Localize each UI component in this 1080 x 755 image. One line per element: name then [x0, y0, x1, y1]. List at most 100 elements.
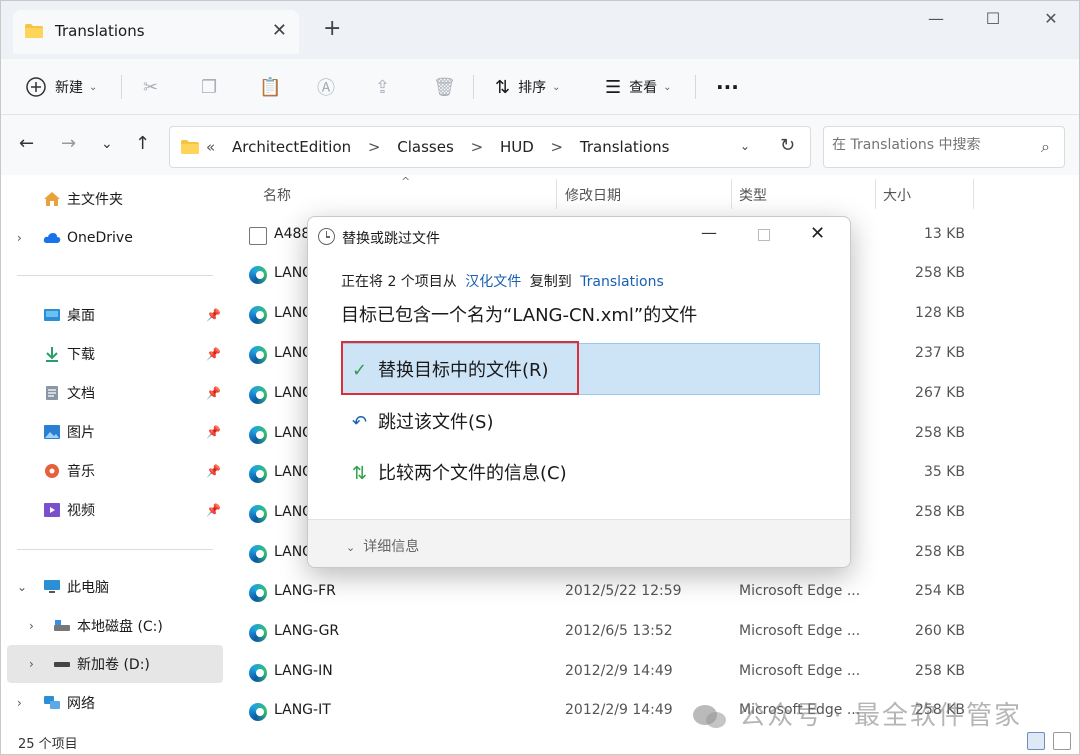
- replace-files-option[interactable]: ✓ 替换目标中的文件(R): [352, 356, 549, 382]
- address-bar[interactable]: « ArchitectEdition > Classes > HUD > Tra…: [169, 126, 811, 168]
- tab-close-icon[interactable]: ✕: [272, 20, 287, 41]
- new-button[interactable]: 新建 ⌄: [25, 73, 97, 101]
- expand-chevron-icon[interactable]: ›: [29, 619, 34, 633]
- expand-chevron-icon[interactable]: ›: [17, 696, 22, 710]
- sidebar-item-label: OneDrive: [67, 230, 133, 246]
- document-icon: [46, 386, 58, 400]
- music-icon: [45, 464, 59, 478]
- source-folder-link[interactable]: 汉化文件: [465, 274, 521, 290]
- file-type: Microsoft Edge ...: [739, 663, 861, 679]
- edge-icon: [249, 266, 267, 284]
- sidebar-item-local-disk-c[interactable]: › 本地磁盘 (C:): [1, 607, 225, 645]
- edge-icon: [249, 386, 267, 404]
- dialog-minimize-icon[interactable]: —: [701, 223, 717, 242]
- file-explorer-window: Translations ✕ + — ☐ ✕ 新建 ⌄ ✂ ❐ 📋 Ⓐ ⇪ 🗑 …: [0, 0, 1080, 755]
- file-row[interactable]: LANG-GR 2012/6/5 13:52 Microsoft Edge ..…: [227, 613, 1079, 653]
- file-size: 237 KB: [915, 345, 965, 361]
- sidebar-item-pictures[interactable]: 图片 📌: [1, 413, 225, 451]
- details-view-icon[interactable]: [1027, 732, 1045, 750]
- search-input[interactable]: [832, 137, 1028, 153]
- pin-icon[interactable]: 📌: [206, 308, 221, 322]
- sidebar-item-documents[interactable]: 文档 📌: [1, 374, 225, 412]
- column-divider[interactable]: [875, 179, 876, 209]
- sidebar-item-downloads[interactable]: 下载 📌: [1, 335, 225, 373]
- cut-icon[interactable]: ✂: [143, 73, 158, 101]
- file-name: LANG-GR: [274, 623, 340, 639]
- wechat-icon: [693, 704, 726, 728]
- view-button[interactable]: ☰ 查看 ⌄: [605, 73, 672, 101]
- paste-icon[interactable]: 📋: [259, 73, 281, 101]
- sort-button[interactable]: ⇅ 排序 ⌄: [495, 73, 560, 101]
- breadcrumb-translations[interactable]: Translations: [580, 138, 670, 156]
- forward-arrow-icon[interactable]: →: [61, 133, 76, 154]
- collapse-chevron-icon[interactable]: ⌄: [17, 580, 27, 594]
- column-header-date[interactable]: 修改日期: [565, 185, 621, 205]
- search-icon[interactable]: ⌕: [1041, 137, 1050, 157]
- close-window-icon[interactable]: ✕: [1031, 9, 1071, 28]
- sidebar-item-desktop[interactable]: 桌面 📌: [1, 296, 225, 334]
- compare-files-option[interactable]: ⇅ 比较两个文件的信息(C): [352, 459, 567, 485]
- tab-translations[interactable]: Translations ✕: [13, 10, 299, 54]
- delete-icon[interactable]: 🗑: [433, 73, 456, 101]
- expand-chevron-icon[interactable]: ›: [29, 657, 34, 671]
- new-tab-icon[interactable]: +: [323, 18, 341, 40]
- pin-icon[interactable]: 📌: [206, 425, 221, 439]
- address-history-chevron-icon[interactable]: ⌄: [740, 139, 750, 153]
- divider: [17, 275, 213, 276]
- maximize-icon[interactable]: ☐: [973, 9, 1013, 28]
- column-header-size[interactable]: 大小: [883, 185, 911, 205]
- breadcrumb-overflow[interactable]: «: [206, 138, 215, 156]
- pin-icon[interactable]: 📌: [206, 386, 221, 400]
- pin-icon[interactable]: 📌: [206, 464, 221, 478]
- file-date: 2012/5/22 12:59: [565, 583, 682, 599]
- dialog-close-icon[interactable]: ✕: [810, 223, 825, 244]
- sidebar-item-label: 下载: [67, 347, 95, 363]
- file-size: 258 KB: [915, 544, 965, 560]
- chevron-down-icon: ⌄: [346, 541, 356, 554]
- breadcrumb-architectedition[interactable]: ArchitectEdition: [232, 138, 351, 156]
- copy-icon[interactable]: ❐: [201, 73, 217, 101]
- file-row[interactable]: LANG-IN 2012/2/9 14:49 Microsoft Edge ..…: [227, 653, 1079, 693]
- sidebar-item-home[interactable]: 主文件夹: [1, 180, 225, 218]
- tab-title: Translations: [55, 22, 145, 40]
- column-divider[interactable]: [731, 179, 732, 209]
- navigation-bar: ← → ⌄ ↑ « ArchitectEdition > Classes > H…: [1, 115, 1079, 175]
- file-row[interactable]: LANG-FR 2012/5/22 12:59 Microsoft Edge .…: [227, 573, 1079, 613]
- refresh-icon[interactable]: ↻: [780, 135, 795, 156]
- sort-ascending-icon: ^: [401, 175, 411, 188]
- expand-chevron-icon[interactable]: ›: [17, 231, 22, 245]
- more-details-toggle[interactable]: ⌄ 详细信息: [346, 536, 419, 556]
- breadcrumb-hud[interactable]: HUD: [500, 138, 534, 156]
- column-header-type[interactable]: 类型: [739, 185, 767, 205]
- sidebar-item-label: 此电脑: [67, 580, 109, 596]
- sidebar-item-music[interactable]: 音乐 📌: [1, 452, 225, 490]
- tiles-view-icon[interactable]: [1053, 732, 1071, 750]
- search-box[interactable]: ⌕: [823, 126, 1065, 168]
- sidebar-item-network[interactable]: › 网络: [1, 684, 225, 722]
- back-arrow-icon[interactable]: ←: [19, 133, 34, 154]
- rename-icon[interactable]: Ⓐ: [317, 73, 335, 101]
- column-divider[interactable]: [973, 179, 974, 209]
- sidebar-item-videos[interactable]: 视频 📌: [1, 491, 225, 529]
- drive-icon: [54, 620, 70, 631]
- column-divider[interactable]: [556, 179, 557, 209]
- breadcrumb-classes[interactable]: Classes: [397, 138, 454, 156]
- minimize-icon[interactable]: —: [916, 9, 956, 28]
- share-icon[interactable]: ⇪: [375, 73, 390, 101]
- up-arrow-icon[interactable]: ↑: [135, 133, 150, 154]
- more-options-icon[interactable]: ···: [716, 73, 739, 101]
- skip-files-option[interactable]: ↶ 跳过该文件(S): [352, 408, 493, 434]
- pin-icon[interactable]: 📌: [206, 347, 221, 361]
- sidebar-item-label: 网络: [67, 696, 95, 712]
- sidebar-item-this-pc[interactable]: ⌄ 此电脑: [1, 568, 225, 606]
- pin-icon[interactable]: 📌: [206, 503, 221, 517]
- column-header-name[interactable]: 名称: [263, 185, 291, 205]
- sidebar-item-onedrive[interactable]: › OneDrive: [1, 219, 225, 257]
- sidebar-item-label: 文档: [67, 386, 95, 402]
- sidebar-item-volume-d[interactable]: › 新加卷 (D:): [7, 645, 223, 683]
- edge-icon: [249, 426, 267, 444]
- file-size: 258 KB: [915, 504, 965, 520]
- recent-locations-chevron-icon[interactable]: ⌄: [101, 136, 113, 152]
- destination-folder-link[interactable]: Translations: [580, 274, 664, 290]
- new-label: 新建: [55, 80, 83, 96]
